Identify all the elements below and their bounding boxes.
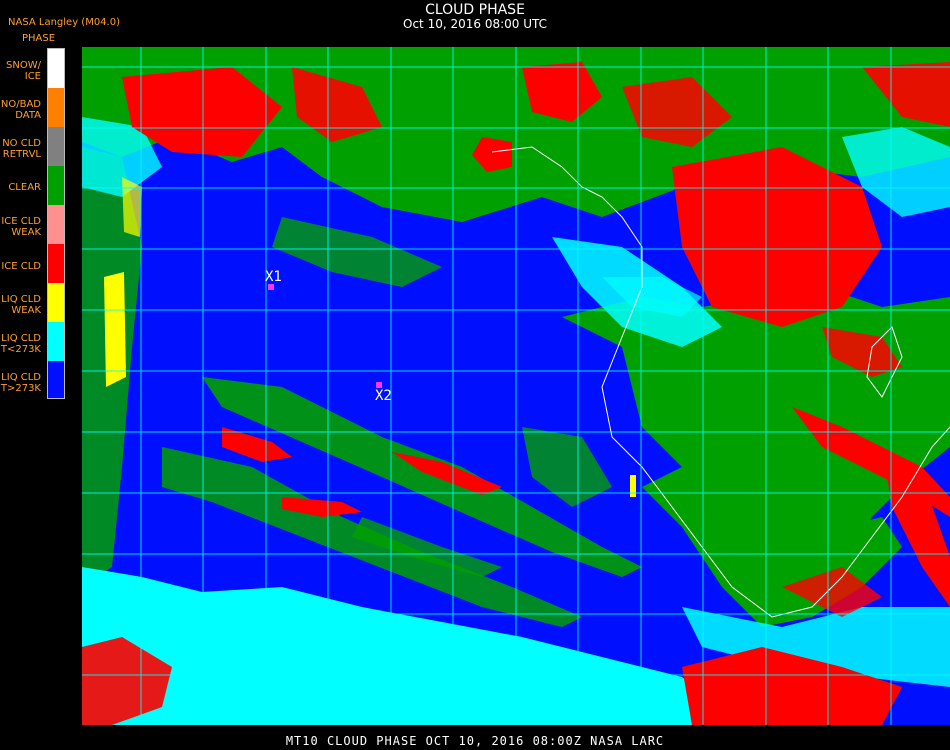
legend-label-clear: CLEAR [8, 182, 41, 193]
legend-swatch-no-cld-retrvl [48, 127, 64, 166]
legend-label-liq-cld-weak: LIQ CLD WEAK [1, 294, 41, 316]
legend-swatch-clear [48, 166, 64, 205]
liquid-weak-strip-2 [122, 177, 142, 237]
legend-title: PHASE [22, 33, 56, 44]
marker-x2-label: X2 [375, 388, 392, 404]
legend-label-no-bad-data: NO/BAD DATA [0, 99, 41, 121]
page-title: CLOUD PHASE [425, 2, 525, 18]
legend-label-ice-cld: ICE CLD [1, 261, 41, 272]
legend-swatch-liq-cld-weak [48, 283, 64, 322]
legend-swatch-snow-ice [48, 49, 64, 88]
liquid-weak-patch [630, 475, 636, 497]
cloud-phase-imagery [82, 47, 950, 725]
legend-label-no-cld-retrvl: NO CLD RETRVL [2, 138, 41, 160]
page-subtitle: Oct 10, 2016 08:00 UTC [403, 17, 547, 31]
legend-colorbar [47, 48, 65, 399]
legend-swatch-ice-cld-weak [48, 205, 64, 244]
legend-swatch-liq-cld-cold [48, 322, 64, 361]
legend-swatch-no-bad-data [48, 88, 64, 127]
liquid-weak-strip-1 [104, 272, 126, 387]
legend-label-snow-ice: SNOW/ ICE [6, 60, 41, 82]
legend-label-liq-cld-cold: LIQ CLD T<273K [0, 333, 41, 355]
legend-swatch-ice-cld [48, 244, 64, 283]
footer-caption: MT10 CLOUD PHASE OCT 10, 2016 08:00Z NAS… [285, 734, 665, 748]
legend-label-ice-cld-weak: ICE CLD WEAK [1, 216, 41, 238]
satellite-cloud-map[interactable]: X1 X2 [82, 47, 950, 725]
legend-label-liq-cld-warm: LIQ CLD T>273K [0, 372, 41, 394]
product-name: NASA Langley (M04.0) [8, 17, 120, 28]
legend-swatch-liq-cld-warm [48, 361, 64, 398]
marker-x1-label: X1 [265, 269, 282, 285]
